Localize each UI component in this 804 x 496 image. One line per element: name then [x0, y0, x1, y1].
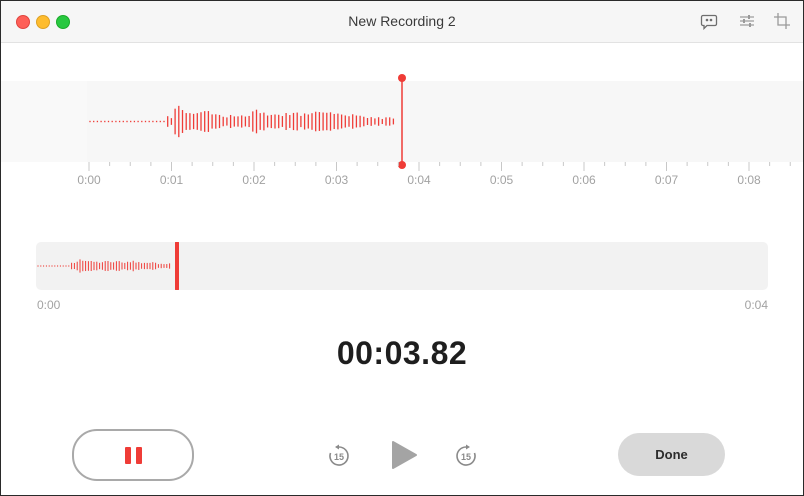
ruler-time-label: 0:06 — [572, 173, 596, 187]
overview-playhead[interactable] — [175, 242, 179, 290]
pause-button[interactable] — [72, 429, 194, 481]
elapsed-timer: 00:03.82 — [336, 335, 468, 371]
transcript-bubble-icon[interactable] — [700, 12, 718, 30]
ruler-time-label: 0:04 — [407, 173, 431, 187]
ruler-ticks — [88, 162, 791, 171]
overview-end-label: 0:04 — [744, 298, 768, 312]
play-button[interactable] — [390, 439, 418, 471]
overview-waveform-bars — [37, 242, 179, 290]
ruler-time-label: 0:01 — [159, 173, 184, 187]
ruler-time-label: 0:08 — [737, 173, 761, 187]
ruler-time-label: 0:00 — [77, 173, 101, 187]
skip-back-label: 15 — [334, 452, 344, 462]
skip-back-15-button[interactable]: 15 — [327, 444, 351, 468]
title-bar: New Recording 2 — [1, 1, 803, 43]
ruler-time-label: 0:03 — [324, 173, 349, 187]
ruler-time-label: 0:07 — [654, 173, 679, 187]
overview-start-label: 0:00 — [37, 298, 61, 312]
done-button[interactable]: Done — [618, 433, 725, 476]
time-ruler: 0:00 0:01 0:02 0:03 0:04 0:05 0:06 0:07 0:08 — [1, 162, 803, 192]
window-title: New Recording 2 — [348, 13, 456, 29]
skip-forward-15-button[interactable]: 15 — [454, 444, 478, 468]
playhead-top-handle[interactable] — [398, 74, 406, 82]
overview-waveform[interactable] — [36, 242, 768, 290]
skip-forward-label: 15 — [461, 452, 471, 462]
voice-memos-window: New Recording 2 0:00 0:01 0:02 0:03 0:04 0 — [0, 0, 804, 496]
crop-trim-icon[interactable] — [773, 12, 791, 30]
ruler-time-label: 0:02 — [242, 173, 266, 187]
playhead[interactable] — [1, 71, 803, 171]
sliders-icon[interactable] — [738, 12, 756, 30]
play-icon — [392, 441, 417, 469]
ruler-time-label: 0:05 — [489, 173, 514, 187]
